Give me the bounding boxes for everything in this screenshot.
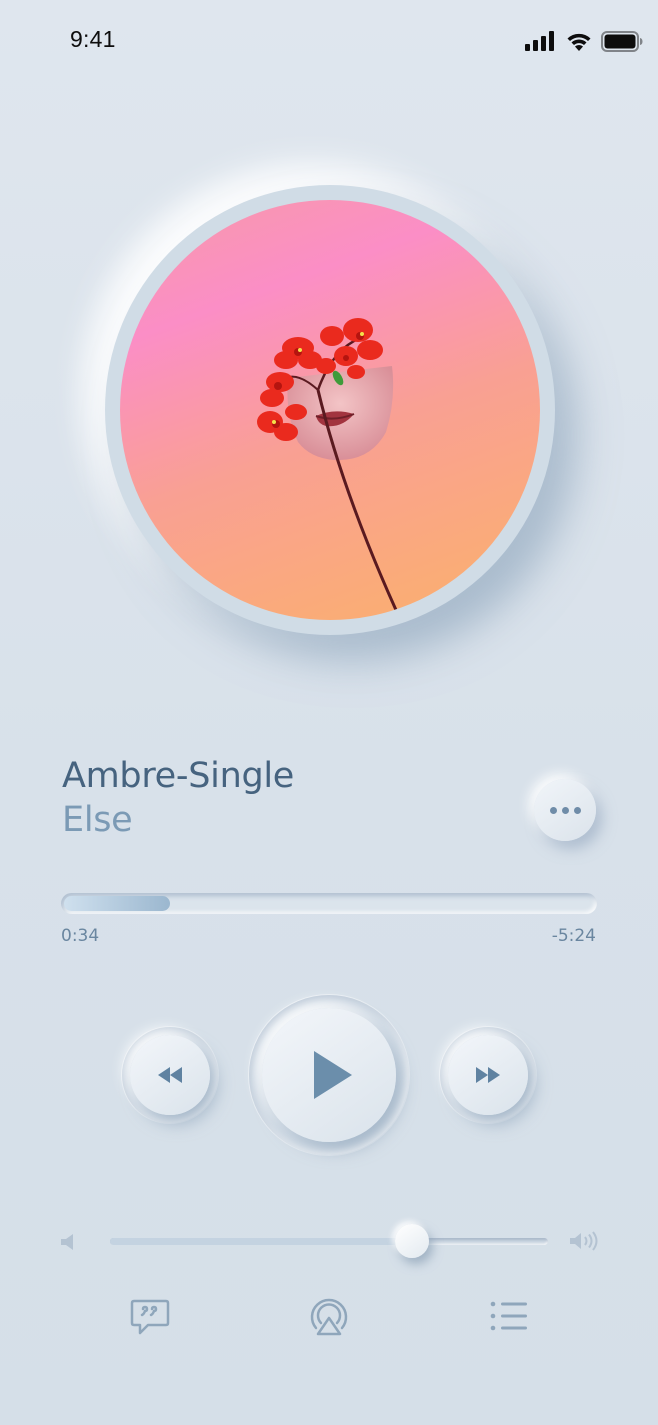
remaining-time: -5:24: [551, 926, 596, 946]
volume-slider-handle[interactable]: [395, 1224, 429, 1258]
rewind-button[interactable]: [130, 1035, 210, 1115]
airplay-icon: [310, 1298, 348, 1336]
play-button-well: [249, 995, 409, 1155]
elapsed-time: 0:34: [61, 926, 100, 946]
lyrics-button[interactable]: [128, 1296, 172, 1338]
airplay-button[interactable]: [306, 1295, 352, 1337]
fast-forward-icon: [476, 1067, 500, 1083]
wifi-icon: [567, 33, 591, 51]
status-icons: [525, 28, 643, 54]
volume-high-icon[interactable]: [568, 1230, 600, 1252]
volume-low-icon[interactable]: [58, 1232, 78, 1252]
play-icon: [314, 1051, 352, 1099]
track-title: Ambre-Single: [62, 756, 295, 796]
album-artwork: [120, 200, 540, 620]
more-options-button[interactable]: [534, 779, 596, 841]
volume-slider[interactable]: [110, 1238, 548, 1245]
more-options-icon-dot: [573, 806, 581, 814]
volume-fill: [110, 1238, 412, 1245]
rewind-icon: [158, 1067, 182, 1083]
more-options-icon-dot: [561, 806, 569, 814]
rewind-button-well: [122, 1027, 218, 1123]
progress-bar[interactable]: [61, 893, 597, 914]
fast-forward-button[interactable]: [448, 1035, 528, 1115]
queue-list-icon: [490, 1301, 527, 1331]
queue-button[interactable]: [488, 1298, 530, 1334]
more-options-icon: [549, 806, 557, 814]
play-button[interactable]: [262, 1008, 396, 1142]
lyrics-icon: [130, 1299, 170, 1335]
battery-icon: [601, 30, 643, 52]
status-time: 9:41: [70, 26, 116, 52]
progress-fill: [64, 896, 170, 911]
cellular-signal-icon: [525, 31, 554, 51]
forward-button-well: [440, 1027, 536, 1123]
track-artist[interactable]: Else: [62, 800, 133, 840]
